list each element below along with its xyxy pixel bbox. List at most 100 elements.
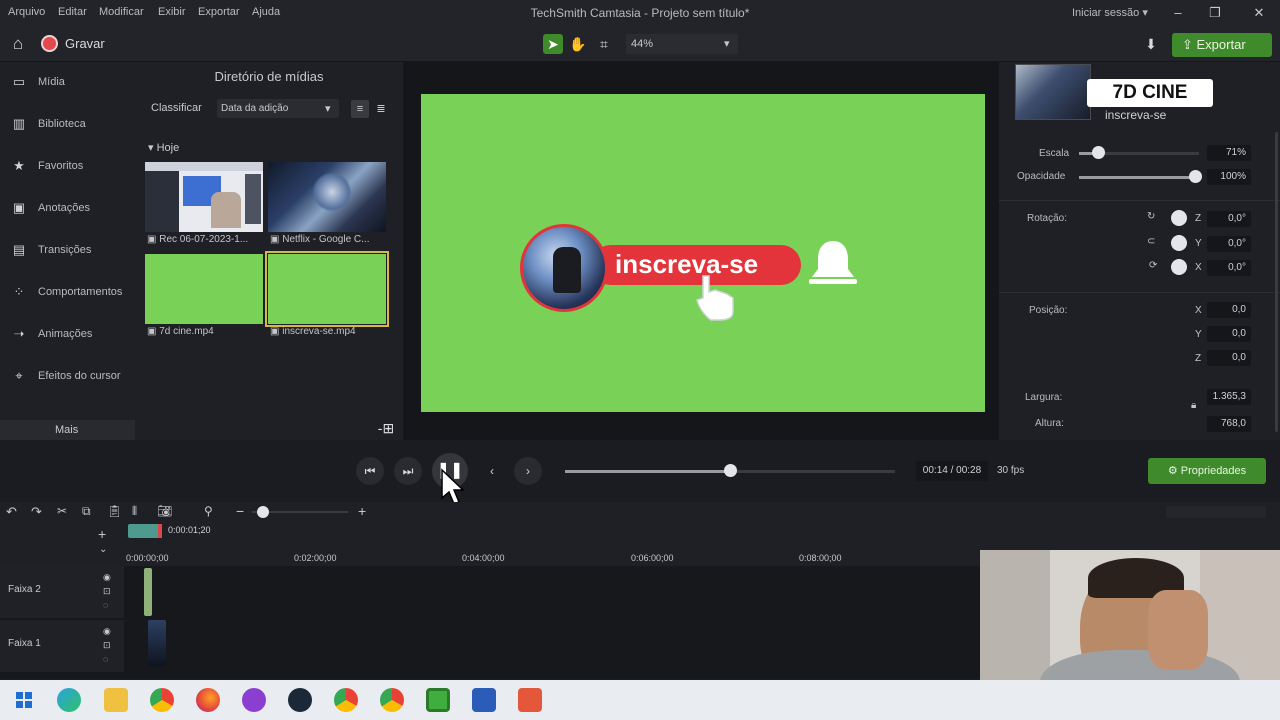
opacity-slider-knob[interactable] xyxy=(1189,170,1203,183)
track-clip[interactable] xyxy=(148,620,166,666)
sort-select[interactable]: Data da adição ▾ xyxy=(217,99,339,118)
sidebar-item-comportamentos[interactable]: ⁘ Comportamentos xyxy=(0,280,135,306)
width-input[interactable]: 1.365,3 xyxy=(1207,389,1251,405)
properties-scrollbar[interactable] xyxy=(1275,132,1278,432)
record-icon[interactable] xyxy=(41,35,58,52)
sidebar-item-efeitos-cursor[interactable]: ⌖ Efeitos do cursor xyxy=(0,364,135,390)
rotation-z-input[interactable]: 0,0° xyxy=(1207,211,1251,227)
firefox-icon[interactable] xyxy=(196,688,220,712)
paste-icon[interactable]: 📋︎ xyxy=(107,504,122,518)
lock-icon[interactable]: 🔒︎ xyxy=(1191,400,1196,411)
chrome-profile-icon[interactable] xyxy=(334,688,358,712)
media-item[interactable]: ▣ 7d cine.mp4 xyxy=(145,254,263,337)
zoom-select[interactable]: 44% ▾ xyxy=(626,34,738,54)
menu-exibir[interactable]: Exibir xyxy=(158,6,186,18)
chrome-icon[interactable] xyxy=(150,688,174,712)
properties-button[interactable]: ⚙ Propriedades xyxy=(1148,458,1266,484)
rotation-y-input[interactable]: 0,0° xyxy=(1207,236,1251,252)
export-button[interactable]: ⇪ Exportar xyxy=(1172,33,1272,57)
word-icon[interactable] xyxy=(472,688,496,712)
playback-scrubber-knob[interactable] xyxy=(724,464,737,477)
group-header[interactable]: ▾ Hoje xyxy=(148,141,179,154)
search-icon[interactable]: ⚲ xyxy=(204,504,213,518)
sidebar-item-transicoes[interactable]: ▤ Transições xyxy=(0,238,135,264)
more-button[interactable]: Mais xyxy=(55,424,78,436)
copy-icon[interactable]: ⧉ xyxy=(82,504,91,519)
rotation-x-dial[interactable] xyxy=(1171,259,1187,275)
menu-arquivo[interactable]: Arquivo xyxy=(8,6,45,18)
zoom-in-icon[interactable]: + xyxy=(358,503,366,519)
height-input[interactable]: 768,0 xyxy=(1207,416,1251,432)
opacity-slider-track[interactable] xyxy=(1079,176,1199,179)
crop-tool-icon[interactable]: ⌗ xyxy=(594,34,614,54)
position-y-input[interactable]: 0,0 xyxy=(1207,326,1251,342)
file-explorer-icon[interactable] xyxy=(104,688,128,712)
steam-icon[interactable] xyxy=(288,688,312,712)
playhead-out-marker[interactable] xyxy=(158,524,162,538)
media-item[interactable]: ▣ Netflix - Google C... xyxy=(268,162,386,245)
sidebar-item-animacoes[interactable]: ➝ Animações xyxy=(0,322,135,348)
scale-slider-knob[interactable] xyxy=(1091,146,1105,159)
download-icon[interactable]: ⬇ xyxy=(1141,34,1161,54)
menu-editar[interactable]: Editar xyxy=(58,6,87,18)
record-button[interactable]: Gravar xyxy=(65,36,105,51)
signin-link[interactable]: Iniciar sessão ▾ xyxy=(1072,6,1148,19)
rotation-x-input[interactable]: 0,0° xyxy=(1207,260,1251,276)
camtasia-icon[interactable] xyxy=(426,688,450,712)
sidebar-item-favoritos[interactable]: ★ Favoritos xyxy=(0,154,135,180)
position-z-input[interactable]: 0,0 xyxy=(1207,350,1251,366)
redo-icon[interactable]: ↷ xyxy=(31,504,42,520)
select-tool-icon[interactable]: ➤ xyxy=(543,34,563,54)
edge-icon[interactable] xyxy=(57,688,81,712)
lock-track-icon[interactable]: ⊡ xyxy=(103,586,111,597)
media-item-selected[interactable]: ▣ inscreva-se.mp4 xyxy=(265,251,389,337)
timeline-zoom-knob[interactable] xyxy=(257,506,269,518)
undo-icon[interactable]: ↶ xyxy=(6,504,17,520)
timeline-scroll[interactable] xyxy=(1166,506,1266,518)
minimize-icon[interactable]: – xyxy=(1165,3,1191,23)
add-track-icon[interactable]: + xyxy=(98,526,106,542)
collapse-tracks-icon[interactable]: ⌄ xyxy=(99,544,107,555)
grid-view-icon[interactable]: -⊞ xyxy=(373,420,399,438)
zoom-out-icon[interactable]: − xyxy=(236,503,244,519)
previous-marker-icon[interactable]: ‹ xyxy=(478,457,506,485)
app-icon[interactable] xyxy=(242,688,266,712)
mute-icon[interactable]: ◌ xyxy=(103,600,108,610)
next-marker-icon[interactable]: › xyxy=(514,457,542,485)
menu-modificar[interactable]: Modificar xyxy=(99,6,144,18)
cut-icon[interactable]: ✂ xyxy=(57,504,67,518)
rotation-z-dial[interactable] xyxy=(1171,210,1187,226)
visibility-icon[interactable]: ◉ xyxy=(103,572,111,583)
pan-tool-icon[interactable]: ✋ xyxy=(568,34,588,54)
sidebar-item-midia[interactable]: ▭ Mídia xyxy=(0,70,135,96)
preview-canvas[interactable]: inscreva-se xyxy=(421,94,985,412)
position-x-input[interactable]: 0,0 xyxy=(1207,302,1251,318)
rotation-y-dial[interactable] xyxy=(1171,235,1187,251)
sidebar-item-biblioteca[interactable]: ▥ Biblioteca xyxy=(0,112,135,138)
sort-ascending-icon[interactable]: ≡ xyxy=(351,100,369,118)
mute-icon[interactable]: ◌ xyxy=(103,654,108,664)
scale-input[interactable]: 71% xyxy=(1207,145,1251,161)
lock-track-icon[interactable]: ⊡ xyxy=(103,640,111,651)
windows-start-icon[interactable] xyxy=(12,688,36,712)
menu-exportar[interactable]: Exportar xyxy=(198,6,240,18)
sort-descending-icon[interactable]: ≣ xyxy=(372,100,390,118)
snapshot-icon[interactable]: 📷︎ xyxy=(157,504,172,518)
media-item[interactable]: ▣ Rec 06-07-2023-1... xyxy=(145,162,263,245)
step-back-icon[interactable]: ⏮ xyxy=(356,457,384,485)
home-icon[interactable]: ⌂ xyxy=(8,34,28,54)
track-clip[interactable] xyxy=(144,568,152,616)
camtasia-recorder-icon[interactable] xyxy=(518,688,542,712)
restore-icon[interactable]: ❐ xyxy=(1202,3,1228,23)
track-header[interactable]: Faixa 1 ◉ ⊡ ◌ xyxy=(0,620,124,672)
split-icon[interactable]: ⫴ xyxy=(132,504,137,519)
opacity-input[interactable]: 100% xyxy=(1207,169,1251,185)
track-header[interactable]: Faixa 2 ◉ ⊡ ◌ xyxy=(0,566,124,618)
step-forward-icon[interactable]: ⏭ xyxy=(394,457,422,485)
sidebar-item-anotacoes[interactable]: ▣ Anotações xyxy=(0,196,135,222)
visibility-icon[interactable]: ◉ xyxy=(103,626,111,637)
menu-ajuda[interactable]: Ajuda xyxy=(252,6,280,18)
close-icon[interactable]: ✕ xyxy=(1246,3,1272,23)
chrome-profile-2-icon[interactable] xyxy=(380,688,404,712)
playhead-handle[interactable] xyxy=(128,524,162,538)
